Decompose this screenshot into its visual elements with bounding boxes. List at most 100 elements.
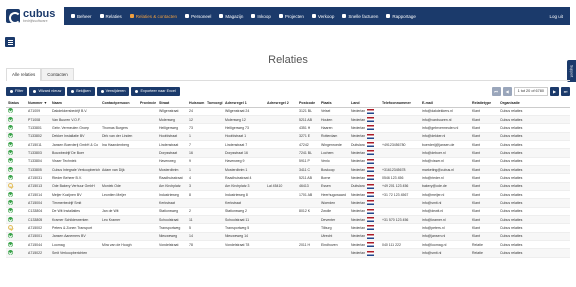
column-header[interactable]: Telefoonnummer [380,100,420,108]
column-header[interactable]: Naam [50,100,100,108]
table-cell: 5211 AB [297,173,319,183]
table-cell: Cubus relaties [498,190,570,200]
column-header[interactable]: Relatietype [470,100,498,108]
last-page-button[interactable]: ⏭ [561,86,570,96]
nav-item-projecten[interactable]: Projecten [275,7,308,25]
table-cell [187,198,205,208]
column-header[interactable]: Land [349,100,365,108]
table-cell: info@vanbuuren.nl [420,115,470,125]
first-page-button[interactable]: ⏮ [491,86,501,96]
nav-item-verkoop[interactable]: Verkoop [308,7,339,25]
column-header[interactable]: Postcode [297,100,319,108]
table-cell: Cubus relaties [498,207,570,216]
table-cell: +31612345678 [380,165,420,175]
table-cell: Klant [470,107,498,116]
table-row[interactable]: A715031 Rieder Beheer B.V. Raadhuisstraat 4… [6,173,570,183]
table-cell: Klant [470,223,498,233]
table-row[interactable]: A715011 Jansen Boerderij GmbH & Co Ina Haa… [6,140,570,150]
table-cell [205,232,223,242]
column-header[interactable]: Adresregel 1 [223,100,265,108]
table-row[interactable]: C133804 De Wit Installaties Jan de Wit Stat… [6,207,570,216]
table-cell [138,215,157,225]
logout-link[interactable]: Log uit [545,14,567,19]
table-cell: Ina Haandenberg [100,140,138,150]
table-row[interactable]: T133802 Dekker Installatie BV Dirk van der… [6,132,570,141]
table-cell: Haaren [319,123,349,133]
table-row[interactable]: A715002 Peters & Zonen Transport Transport… [6,223,570,233]
table-cell: Cubus relaties [498,115,570,125]
nav-item-inkoop[interactable]: Inkoop [247,7,275,25]
delete-button[interactable]: Verwijderen [96,86,130,96]
table-row[interactable]: A715014 Meijer Kozijnen BV Leontien Meijer… [6,190,570,200]
table-cell: Thomas Burgers [100,123,138,133]
nav-item-beheer[interactable]: Beheer [67,7,96,25]
wizard-new-button[interactable]: Wizard nieuw [29,86,66,96]
check-status-icon [8,116,13,122]
table-row[interactable]: A715044 Loomag Mira van de Hoogh Vondelstra… [6,240,570,250]
table-row[interactable]: T133805 Cubus Integrale Verkoopberichten A… [6,165,570,175]
nav-item-rapportage[interactable]: Rapportage [382,7,420,25]
table-cell: Heerhugowaard [319,190,349,200]
flag-cell [365,240,380,250]
table-row[interactable]: C133805 Kramer Schilderwerken Leo Kramer Sc… [6,215,570,225]
status-cell [6,223,26,233]
table-cell: 7 [187,140,205,150]
menu-toggle-button[interactable] [5,37,15,47]
column-header[interactable]: Plaats [319,100,349,108]
table-cell: Ode Bakery Verhuur GmbH [50,182,100,191]
next-page-button[interactable]: ▶ [550,86,559,96]
table-row[interactable]: A715013 Ode Bakery Verhuur GmbH Moniek Ode… [6,182,570,191]
column-header[interactable]: Status [6,100,26,108]
column-header[interactable]: Contactpersoon [100,100,138,108]
column-header[interactable]: Huisnum [187,100,205,108]
table-cell: 2 [187,207,205,216]
export-excel-button[interactable]: Exporteer naar Excel [131,86,180,96]
table-row[interactable]: A71009 Dakdekkersbedrijf B.V. Wilgenstraat… [6,107,570,116]
table-row[interactable]: A715004 Timmerbedrijf Smit Kerkstraat Kerks… [6,198,570,208]
table-cell: A715014 [26,190,50,200]
table-cell: boerderij@jansen.de [420,140,470,150]
table-cell [380,223,420,233]
column-header[interactable]: Organisatie [498,100,570,108]
column-header[interactable] [365,100,380,108]
tab-contacten[interactable]: Contacten [41,68,74,80]
nav-item-relaties-contacten[interactable]: Relaties & contacten [126,7,181,25]
table-row[interactable]: T133804 Visser Techniek Havenweg 9 Havenweg … [6,157,570,166]
check-status-icon [8,166,13,172]
table-row[interactable]: T133801 Gebr. Vermeulen Groep Thomas Burge… [6,123,570,133]
column-header[interactable]: Straat [157,100,187,108]
nav-item-snelle-facturen[interactable]: Snelle facturen [338,7,382,25]
flag-icon [367,250,374,256]
table-cell [380,132,420,141]
cubus-logo[interactable]: cubus bedrijfssoftware [6,8,64,24]
table-cell: Nieuweweg [157,232,187,242]
table-row[interactable]: A715001 Jansen Aanemers BV Nieuweweg 14 Nieu… [6,232,570,242]
column-header[interactable]: E-mail [420,100,470,108]
table-cell: Nederland [349,190,365,200]
view-button[interactable]: Bekijken [67,86,95,96]
table-row[interactable]: T133803 Bouwbedrijf De Boer Dorpsstraat 16 D… [6,148,570,158]
table-cell: T133805 [26,165,50,175]
table-cell [319,248,349,258]
nav-item-magazijn[interactable]: Magazijn [215,7,247,25]
column-header[interactable]: Nummer ▼ [26,100,50,108]
tab-alle-relaties[interactable]: Alle relaties [6,68,42,81]
table-cell [265,173,297,183]
table-cell: Nederland [349,198,365,208]
column-header[interactable]: Adresregel 2 [265,100,297,108]
column-header[interactable]: Toevoegi [205,100,223,108]
table-cell [138,140,157,150]
nav-item-personeel[interactable]: Personeel [181,7,215,25]
nav-item-relaties[interactable]: Relaties [96,7,126,25]
table-cell: Cubus relaties [498,165,570,175]
table-cell: Kerkstraat [223,198,265,208]
table-row[interactable]: A715022Smit Verkoopberichten Nederland inf… [6,248,570,258]
table-cell: Leontien Meijer [100,190,138,200]
table-cell: 1701 AB [297,190,319,200]
table-cell: Heiligenweg 73 [223,123,265,133]
table-row[interactable]: P71008 Van Buuren V.O.F. Molenweg 12 Molenwe… [6,115,570,125]
filter-button[interactable]: Filter [6,86,28,96]
table-cell: Tilburg [319,223,349,233]
column-header[interactable]: Provincie [138,100,157,108]
prev-page-button[interactable]: ◀ [502,86,512,96]
